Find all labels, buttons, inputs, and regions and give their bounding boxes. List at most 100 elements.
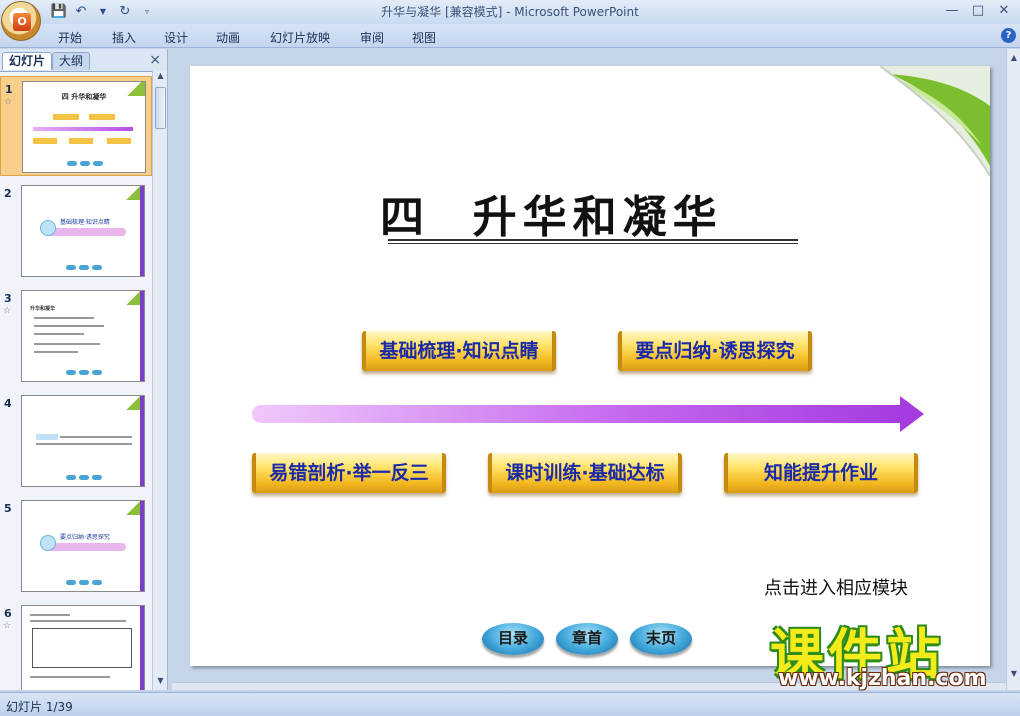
thumbnail-nav xyxy=(92,580,102,585)
thumbnail-arrow xyxy=(33,127,133,131)
thumbnail-nav xyxy=(79,370,89,375)
tab-slides[interactable]: 幻灯片 xyxy=(2,52,53,70)
main-arrow xyxy=(252,405,902,423)
thumbnail-number: 3 xyxy=(4,292,12,305)
thumbnail-nav xyxy=(66,370,76,375)
thumbnail-slide-4[interactable] xyxy=(21,395,145,487)
thumbnail-nav xyxy=(67,161,77,166)
thumbnail-label: 升华和凝华 xyxy=(30,306,56,312)
office-button[interactable]: O xyxy=(1,1,41,41)
banner-key-points[interactable]: 要点归纳·诱思探究 xyxy=(618,331,812,371)
tab-insert[interactable]: 插入 xyxy=(112,29,136,46)
thumbnail-pill xyxy=(44,228,126,236)
maximize-icon[interactable]: □ xyxy=(966,2,990,20)
thumbnail-slide-2[interactable]: 基础梳理·知识点睛 xyxy=(21,185,145,277)
thumbnail-nav xyxy=(79,475,89,480)
thumbnail-list: 1 ☆ 四 升华和凝华 2 基础梳理·知识点睛 3 ☆ 升华和凝华 4 5 要点… xyxy=(0,71,152,690)
scroll-down-icon[interactable]: ▼ xyxy=(1007,669,1020,678)
slides-panel: 幻灯片 大纲 × 1 ☆ 四 升华和凝华 2 基础梳理·知识点睛 3 ☆ 升华和… xyxy=(0,49,168,690)
hint-text: 点击进入相应模块 xyxy=(764,578,908,599)
tab-view[interactable]: 视图 xyxy=(412,29,436,46)
scroll-thumb[interactable] xyxy=(155,87,166,129)
thumbnail-row-2[interactable]: 2 基础梳理·知识点睛 xyxy=(0,181,152,281)
banner-exercises[interactable]: 课时训练·基础达标 xyxy=(488,453,682,493)
thumbnail-line xyxy=(34,317,94,319)
thumbnail-row-6[interactable]: 6 ☆ xyxy=(0,601,152,690)
thumbnail-banner xyxy=(107,138,131,144)
thumbnail-slide-5[interactable]: 要点归纳·诱思探究 xyxy=(21,500,145,592)
nav-last-button[interactable]: 末页 xyxy=(630,623,692,655)
thumbnail-line xyxy=(60,436,132,438)
thumbnail-row-3[interactable]: 3 ☆ 升华和凝华 xyxy=(0,286,152,386)
thumbnail-row-4[interactable]: 4 xyxy=(0,391,152,491)
thumbnail-line xyxy=(30,614,70,616)
thumbnail-number: 2 xyxy=(4,187,12,200)
thumbnail-nav xyxy=(92,475,102,480)
thumbnail-line xyxy=(36,443,132,445)
thumbnail-tag xyxy=(36,434,58,440)
slide-scrollbar[interactable]: ▲ ▼ xyxy=(1006,49,1020,690)
thumbnail-nav xyxy=(92,265,102,270)
banner-basics[interactable]: 基础梳理·知识点睛 xyxy=(362,331,556,371)
thumbnail-label: 要点归纳·诱思探究 xyxy=(60,534,110,541)
slide-title[interactable]: 四 升华和凝华 xyxy=(380,181,800,245)
help-icon[interactable]: ? xyxy=(1001,28,1016,43)
thumbnail-title: 四 升华和凝华 xyxy=(61,93,107,101)
thumbnail-number: 4 xyxy=(4,397,12,410)
minimize-icon[interactable]: — xyxy=(940,2,964,20)
thumbnail-label: 基础梳理·知识点睛 xyxy=(60,219,110,226)
thumbnail-line xyxy=(34,343,100,345)
thumbnail-slide-3[interactable]: 升华和凝华 xyxy=(21,290,145,382)
thumbnail-sidebar xyxy=(140,501,144,591)
nav-contents-button[interactable]: 目录 xyxy=(482,623,544,655)
office-logo-icon: O xyxy=(13,13,31,31)
thumbnail-banner xyxy=(33,138,57,144)
thumbnail-banner xyxy=(53,114,79,120)
scroll-up-icon[interactable]: ▲ xyxy=(1007,53,1020,62)
thumbnail-nav xyxy=(79,580,89,585)
thumbnail-line xyxy=(30,620,126,622)
window-title: 升华与凝华 [兼容模式] - Microsoft PowerPoint xyxy=(381,5,639,19)
nav-chapter-button[interactable]: 章首 xyxy=(556,623,618,655)
animation-star-icon: ☆ xyxy=(3,306,12,316)
thumbnail-nav xyxy=(66,265,76,270)
thumbnail-circle xyxy=(40,535,56,551)
tab-animations[interactable]: 动画 xyxy=(216,29,240,46)
thumbnail-line xyxy=(34,333,84,335)
thumbnail-slide-6[interactable] xyxy=(21,605,145,690)
thumbnail-circle xyxy=(40,220,56,236)
thumbnail-banner xyxy=(69,138,93,144)
animation-star-icon: ☆ xyxy=(3,621,12,631)
page-curl-decoration xyxy=(879,66,990,177)
tab-slideshow[interactable]: 幻灯片放映 xyxy=(270,29,330,46)
banner-homework[interactable]: 知能提升作业 xyxy=(724,453,918,493)
slide-editing-area: 四 升华和凝华 基础梳理·知识点睛 要点归纳·诱思探究 易错剖析·举一反三 课时… xyxy=(172,49,1006,690)
tab-home[interactable]: 开始 xyxy=(58,29,82,46)
tab-design[interactable]: 设计 xyxy=(164,29,188,46)
thumbnail-nav xyxy=(66,580,76,585)
thumbnail-slide-1[interactable]: 四 升华和凝华 xyxy=(22,81,146,173)
arrow-head-icon xyxy=(900,396,924,432)
scroll-down-icon[interactable]: ▼ xyxy=(153,676,168,690)
animation-star-icon: ☆ xyxy=(4,97,13,107)
thumbnail-number: 6 xyxy=(4,607,12,620)
thumbnail-pill xyxy=(44,543,126,551)
status-bar: 幻灯片 1/39 xyxy=(0,692,1020,716)
thumbnail-sidebar xyxy=(140,396,144,486)
thumbnail-number: 1 xyxy=(5,83,13,96)
thumbnail-line xyxy=(34,351,78,353)
tab-review[interactable]: 审阅 xyxy=(360,29,384,46)
panel-close-icon[interactable]: × xyxy=(149,52,161,68)
close-icon[interactable]: ✕ xyxy=(992,2,1016,20)
scroll-up-icon[interactable]: ▲ xyxy=(153,71,168,85)
tab-outline[interactable]: 大纲 xyxy=(52,52,91,70)
slide-canvas[interactable]: 四 升华和凝华 基础梳理·知识点睛 要点归纳·诱思探究 易错剖析·举一反三 课时… xyxy=(190,66,990,666)
thumbnail-line xyxy=(30,676,110,678)
thumbnail-row-5[interactable]: 5 要点归纳·诱思探究 xyxy=(0,496,152,596)
thumbnail-table xyxy=(32,628,132,668)
thumbnail-row-1[interactable]: 1 ☆ 四 升华和凝华 xyxy=(0,76,152,176)
thumbnail-nav xyxy=(92,370,102,375)
thumbnail-nav xyxy=(79,265,89,270)
banner-mistakes[interactable]: 易错剖析·举一反三 xyxy=(252,453,446,493)
panel-scrollbar[interactable]: ▲ ▼ xyxy=(152,71,167,690)
